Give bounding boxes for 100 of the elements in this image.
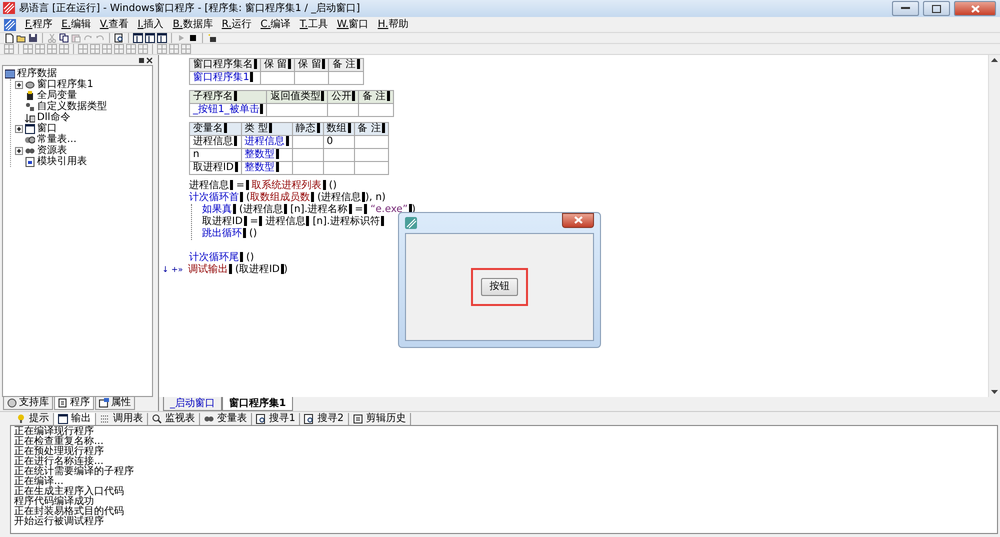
code-line: 进程信息 = 取系统进程列表 () xyxy=(189,180,337,192)
code-line: 跳出循环 () xyxy=(202,228,257,240)
line-marker: ↓ +» xyxy=(162,264,184,276)
pin-icon[interactable] xyxy=(138,56,145,64)
tree-item[interactable]: 自定义数据类型 xyxy=(37,100,107,112)
lightbulb-icon xyxy=(16,414,26,424)
menu-item[interactable]: W.窗口 xyxy=(336,18,369,30)
code-line: 计次循环尾 () xyxy=(189,252,254,264)
table-cell: 进程信息 xyxy=(244,136,285,147)
column-header: 数组 xyxy=(326,123,347,134)
minimize-button[interactable] xyxy=(892,1,919,16)
close-icon[interactable] xyxy=(146,56,153,64)
panel-tab[interactable]: 支持库 xyxy=(3,397,53,410)
editor-tab[interactable]: 窗口程序集1 xyxy=(222,397,293,411)
output-line: 正在生成主程序入口代码 xyxy=(14,487,125,497)
jar-icon xyxy=(25,90,35,100)
column-header: 静态 xyxy=(296,123,316,134)
menu-item[interactable]: T.工具 xyxy=(300,18,328,30)
maximize-icon xyxy=(932,4,941,12)
tree-item[interactable]: 模块引用表 xyxy=(37,156,87,168)
tree-item[interactable]: 窗口程序集1 xyxy=(37,78,94,90)
output-line: 正在统计需要编译的子程序 xyxy=(14,467,135,477)
arrow-icon xyxy=(25,112,35,122)
minimize-icon xyxy=(901,7,910,10)
tree-item[interactable]: Dll命令 xyxy=(37,112,70,124)
glasses-icon xyxy=(25,146,35,156)
column-header: 子程序名 xyxy=(193,91,233,102)
disc-icon xyxy=(25,80,35,90)
table-cell: 进程信息 xyxy=(193,136,233,147)
tree-item[interactable]: 资源表 xyxy=(37,144,67,156)
tree-item[interactable]: 窗口 xyxy=(37,122,57,134)
plus-icon xyxy=(16,82,22,88)
table-cell: 取进程ID xyxy=(193,162,234,173)
column-header: 返回值类型 xyxy=(270,91,320,102)
close-button[interactable] xyxy=(562,212,594,228)
table-cell: 窗口程序集1 xyxy=(193,72,250,83)
editor-tab[interactable]: _启动窗口 xyxy=(163,397,222,411)
output-line: 开始运行被调试程序 xyxy=(14,517,105,527)
column-header: 备 注 xyxy=(332,59,356,70)
layout-icon[interactable] xyxy=(133,33,143,43)
column-header: 变量名 xyxy=(193,123,223,134)
output-line: 正在进行名称连接... xyxy=(14,457,104,467)
output-line: 正在检查重复名称... xyxy=(14,437,105,447)
output-line: 正在预处理现行程序 xyxy=(14,447,105,457)
app-logo-icon xyxy=(3,2,15,14)
expand-toggle[interactable] xyxy=(15,80,23,88)
tree-item[interactable]: 全局变量 xyxy=(37,90,77,102)
tree-item[interactable]: 程序数据 xyxy=(17,68,57,80)
column-header: 备 注 xyxy=(358,123,381,134)
column-header: 公开 xyxy=(331,91,352,102)
close-icon xyxy=(574,216,582,224)
app-logo-icon xyxy=(4,18,16,30)
table-cell: 整数型 xyxy=(244,162,275,173)
menu-item[interactable]: I.插入 xyxy=(138,18,164,30)
output-line: 程序代码编译成功 xyxy=(14,497,94,507)
window-title: 易语言 [正在运行] - Windows窗口程序 - [程序集: 窗口程序集1 / _启动窗口] xyxy=(19,2,360,14)
column-header: 备 注 xyxy=(362,91,386,102)
output-line: 正在编译... xyxy=(14,477,64,487)
code-line: 计次循环首 (取数组成员数 (进程信息 ), n) xyxy=(189,192,386,204)
folder-icon[interactable] xyxy=(16,33,26,43)
menu-item[interactable]: H.帮助 xyxy=(378,18,408,30)
document-icon xyxy=(25,156,35,166)
code-line: 调试输出 (取进程ID ) xyxy=(188,264,288,276)
close-icon xyxy=(970,4,980,12)
list-icon xyxy=(100,414,110,424)
output-tab[interactable]: 输出 xyxy=(54,412,96,424)
panel-tab[interactable]: 程序 xyxy=(54,397,94,410)
menu-item[interactable]: R.运行 xyxy=(222,18,252,30)
output-line: 正在封装易格式目的代码 xyxy=(14,507,125,517)
close-button[interactable] xyxy=(954,1,996,16)
app-logo-icon xyxy=(405,216,417,229)
column-header: 类 型 xyxy=(244,123,268,134)
maximize-button[interactable] xyxy=(923,1,950,16)
tree-item[interactable]: 常量表... xyxy=(37,134,77,146)
menu-item[interactable]: C.编译 xyxy=(260,18,291,30)
expand-toggle[interactable] xyxy=(15,124,23,132)
stop-icon[interactable] xyxy=(188,33,198,43)
menu-item[interactable]: B.数据库 xyxy=(172,18,213,30)
database-icon xyxy=(5,68,15,78)
scrollbar[interactable] xyxy=(988,55,1000,397)
find-icon[interactable] xyxy=(114,33,124,43)
menu-item[interactable]: V.查看 xyxy=(100,18,129,30)
table-cell: n xyxy=(193,149,200,160)
menu-item[interactable]: E.编辑 xyxy=(61,18,91,30)
layout-icon[interactable] xyxy=(145,33,155,43)
button[interactable]: 按钮 xyxy=(481,278,518,296)
new-file-icon[interactable] xyxy=(4,33,14,43)
layout-icon[interactable] xyxy=(157,33,167,43)
copy-icon[interactable] xyxy=(59,33,69,43)
shapes-icon xyxy=(25,102,35,112)
expand-toggle[interactable] xyxy=(15,146,23,154)
column-header: 保 留 xyxy=(264,59,288,70)
column-header: 保 留 xyxy=(298,59,322,70)
plus-icon xyxy=(16,126,22,132)
panel-tab[interactable]: 属性 xyxy=(95,397,135,410)
table-cell: 整数型 xyxy=(244,149,275,160)
code-line: 取进程ID = 进程信息 [n].进程标识符 xyxy=(202,216,384,228)
menu-item[interactable]: F.程序 xyxy=(25,18,52,30)
save-icon[interactable] xyxy=(28,33,38,43)
search-icon xyxy=(152,414,162,424)
